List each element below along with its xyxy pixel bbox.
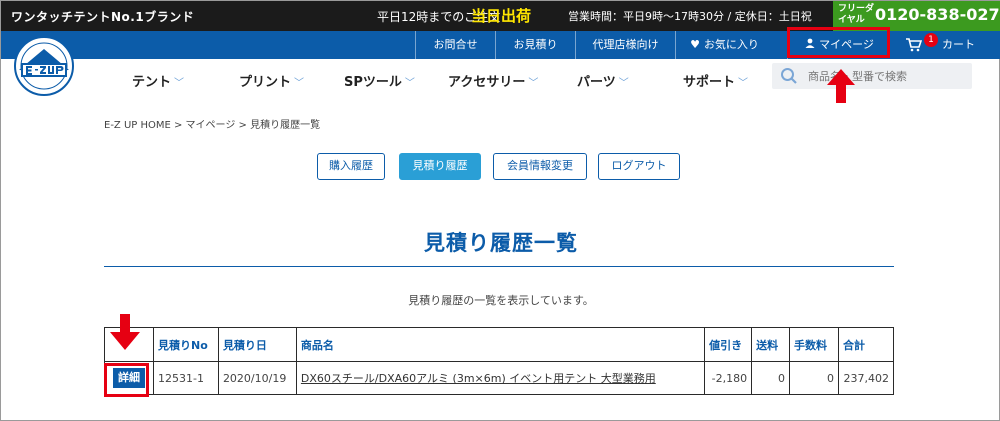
header-quote-no: 見積りNo (152, 327, 219, 362)
cart-count-badge: 1 (924, 33, 938, 47)
free-dial-label: フリーダイヤル (838, 4, 875, 25)
heart-icon: ♥ (690, 38, 700, 51)
header-discount: 値引き (704, 327, 753, 362)
fee-cell: 0 (789, 361, 839, 395)
detail-highlight-frame (104, 363, 149, 397)
menu-sp-tools[interactable]: SPツール ﹀ (344, 71, 415, 90)
menu-parts[interactable]: パーツ ﹀ (577, 71, 629, 90)
favorites-link[interactable]: ♥ お気に入り (675, 31, 773, 59)
quote-history-table: 見積りNo 見積り日 商品名 値引き 送料 手数料 合計 詳細 12531-1 … (104, 327, 895, 395)
discount-cell: -2,180 (704, 361, 753, 395)
chevron-down-icon: ﹀ (738, 78, 749, 89)
arrow-down-icon (110, 314, 140, 350)
cart-link[interactable]: 1 カート (906, 31, 975, 59)
tab-purchase-history[interactable]: 購入履歴 (317, 153, 385, 180)
header-fee: 手数料 (789, 327, 839, 362)
contact-link[interactable]: お問合せ (415, 31, 495, 59)
header-quote-date: 見積り日 (217, 327, 297, 362)
chevron-down-icon: ﹀ (528, 78, 539, 89)
chevron-down-icon: ﹀ (404, 78, 415, 89)
table-row: 詳細 12531-1 2020/10/19 DX60スチール/DXA60アルミ … (104, 361, 895, 395)
search-icon[interactable] (780, 67, 798, 85)
quote-no-cell: 12531-1 (152, 361, 219, 395)
mypage-highlight-frame (787, 27, 890, 58)
phone-number[interactable]: 0120-838-027 (875, 5, 1000, 24)
header-shipping: 送料 (751, 327, 791, 362)
menu-accessories[interactable]: アクセサリー ﹀ (448, 71, 538, 90)
menu-support[interactable]: サポート ﹀ (683, 71, 748, 90)
table-header-row: 見積りNo 見積り日 商品名 値引き 送料 手数料 合計 (104, 327, 895, 362)
quote-date-cell: 2020/10/19 (217, 361, 297, 395)
page-description: 見積り履歴の一覧を表示しています。 (408, 294, 594, 307)
search-box (772, 63, 972, 89)
business-hours-text: 営業時間：平日9時〜17時30分 / 定休日：土日祝 (568, 10, 812, 23)
quote-link[interactable]: お見積り (495, 31, 575, 59)
tab-logout[interactable]: ログアウト (598, 153, 680, 180)
cart-icon (906, 31, 923, 63)
product-link[interactable]: DX60スチール/DXA60アルミ (3m×6m) イベント用テント 大型業務用 (295, 361, 706, 395)
brand-slogan: ワンタッチテントNo.1ブランド (11, 10, 195, 24)
dealer-link[interactable]: 代理店様向け (575, 31, 675, 59)
header-total: 合計 (837, 327, 895, 362)
menu-print[interactable]: プリント ﹀ (239, 71, 304, 90)
same-day-shipping-text: 当日出荷 (471, 7, 532, 25)
chevron-down-icon: ﹀ (618, 78, 629, 89)
chevron-down-icon: ﹀ (294, 78, 305, 89)
chevron-down-icon: ﹀ (174, 78, 185, 89)
total-cell: 237,402 (837, 361, 895, 395)
header-product-name: 商品名 (295, 327, 706, 362)
arrow-up-icon (827, 69, 855, 103)
breadcrumb: E-Z UP HOME > マイページ > 見積り履歴一覧 (104, 120, 321, 131)
title-divider (104, 266, 894, 267)
menu-tent[interactable]: テント ﹀ (132, 71, 184, 90)
shipping-cell: 0 (751, 361, 791, 395)
tab-member-info[interactable]: 会員情報変更 (493, 153, 587, 180)
page-title: 見積り履歴一覧 (424, 231, 578, 255)
tab-quote-history[interactable]: 見積り履歴 (399, 153, 481, 180)
cart-label: カート (942, 38, 975, 51)
